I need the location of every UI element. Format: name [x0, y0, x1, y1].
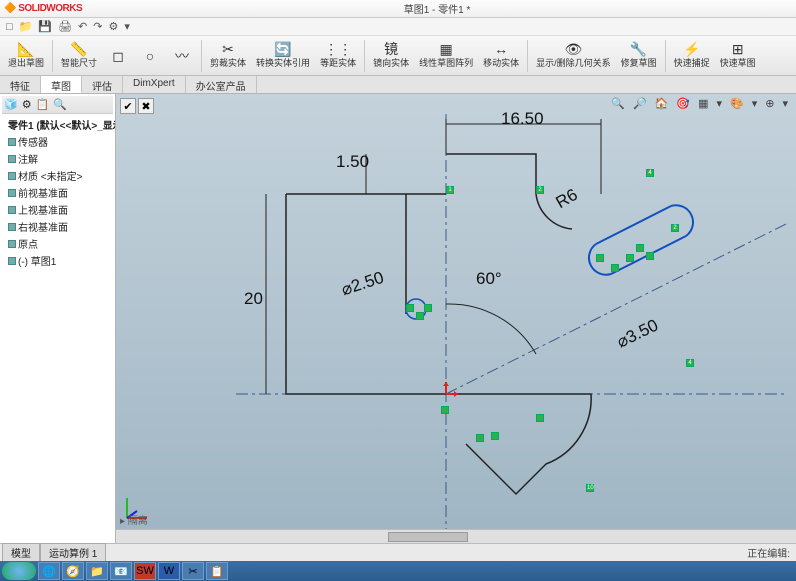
qat-print[interactable]: 🖨: [58, 20, 72, 33]
offset-button[interactable]: ⋮⋮等距实体: [316, 38, 360, 74]
qat-open[interactable]: 📁: [19, 20, 33, 33]
scrollbar-thumb[interactable]: [388, 532, 468, 542]
relation-marker[interactable]: [491, 432, 499, 440]
taskbar-item[interactable]: 📋: [206, 562, 228, 580]
smart-dimension-button[interactable]: 📏智能尺寸: [57, 38, 101, 74]
tree-item-sensors[interactable]: 传感器: [6, 133, 113, 150]
dimension-1-50[interactable]: 1.50: [336, 152, 369, 172]
separator: [201, 40, 202, 72]
relation-marker[interactable]: [424, 304, 432, 312]
relation-marker[interactable]: [476, 434, 484, 442]
start-button[interactable]: [2, 562, 36, 580]
relation-marker[interactable]: 4: [646, 169, 654, 177]
tab-dimxpert[interactable]: DimXpert: [123, 76, 186, 93]
taskbar-item-sw[interactable]: SW: [134, 562, 156, 580]
relation-marker[interactable]: [646, 252, 654, 260]
relation-marker[interactable]: [611, 264, 619, 272]
tree-item-right-plane[interactable]: 右视基准面: [6, 218, 113, 235]
move-button[interactable]: ↔移动实体: [479, 38, 523, 74]
convert-entities-button[interactable]: 🔄转换实体引用: [252, 38, 314, 74]
relation-marker[interactable]: [596, 254, 604, 262]
tree-tab-icon[interactable]: 🔍: [53, 98, 67, 111]
separator: [527, 40, 528, 72]
tree-item-annotations[interactable]: 注解: [6, 150, 113, 167]
document-title: 草图1 - 零件1 *: [82, 1, 792, 16]
circle-tool[interactable]: ○: [135, 38, 165, 74]
taskbar-item-word[interactable]: W: [158, 562, 180, 580]
ribbon: 📐退出草图 📏智能尺寸 ◻ ○ 〰 ✂剪裁实体 🔄转换实体引用 ⋮⋮等距实体 镜…: [0, 36, 796, 76]
status-editing: 正在编辑:: [747, 545, 790, 560]
dimension-16-50[interactable]: 16.50: [501, 109, 544, 129]
qat-save[interactable]: 💾: [38, 20, 52, 33]
tree-item-origin[interactable]: 原点: [6, 235, 113, 252]
relations-button[interactable]: 👁显示/删除几何关系: [532, 38, 615, 74]
qat-undo[interactable]: ↶: [78, 20, 87, 33]
relation-marker[interactable]: [626, 254, 634, 262]
relation-marker[interactable]: 2: [536, 186, 544, 194]
quick-snap-button[interactable]: ⚡快速捕捉: [670, 38, 714, 74]
trim-button[interactable]: ✂剪裁实体: [206, 38, 250, 74]
tree-item-top-plane[interactable]: 上视基准面: [6, 201, 113, 218]
tab-office[interactable]: 办公室产品: [186, 76, 257, 93]
relation-marker[interactable]: [636, 244, 644, 252]
repair-button[interactable]: 🔧修复草图: [617, 38, 661, 74]
taskbar-item[interactable]: 📧: [110, 562, 132, 580]
dimension-20[interactable]: 20: [244, 289, 263, 309]
title-bar: 🔶 SOLIDWORKS 草图1 - 零件1 *: [0, 0, 796, 18]
windows-taskbar: 🌐 🧭 📁 📧 SW W ✂ 📋: [0, 561, 796, 581]
command-tabs: 特征 草图 评估 DimXpert 办公室产品: [0, 76, 796, 94]
relation-marker[interactable]: [441, 406, 449, 414]
relation-marker[interactable]: [406, 304, 414, 312]
feature-tree[interactable]: 🧊 ⚙ 📋 🔍 零件1 (默认<<默认>_显示状态 传感器 注解 材质 <未指定…: [0, 94, 116, 543]
tree-tab-icon[interactable]: 🧊: [4, 98, 18, 111]
qat-options[interactable]: ⚙: [108, 20, 118, 33]
tree-tab-icon[interactable]: ⚙: [22, 98, 32, 111]
separator: [665, 40, 666, 72]
main-area: 🧊 ⚙ 📋 🔍 零件1 (默认<<默认>_显示状态 传感器 注解 材质 <未指定…: [0, 94, 796, 543]
tree-item-sketch1[interactable]: (-) 草图1: [6, 252, 113, 269]
taskbar-item[interactable]: 📁: [86, 562, 108, 580]
taskbar-item[interactable]: 🌐: [38, 562, 60, 580]
tree-item-material[interactable]: 材质 <未指定>: [6, 167, 113, 184]
app-logo: 🔶 SOLIDWORKS: [4, 3, 82, 14]
relation-marker[interactable]: 2: [671, 224, 679, 232]
exit-sketch-button[interactable]: 📐退出草图: [4, 38, 48, 74]
relation-marker[interactable]: 10: [586, 484, 594, 492]
qat-redo[interactable]: ↷: [93, 20, 102, 33]
qat-new[interactable]: □: [6, 21, 13, 33]
dimension-60deg[interactable]: 60°: [476, 269, 502, 289]
qat-more[interactable]: ▾: [124, 20, 130, 33]
tree-tab-icon[interactable]: 📋: [36, 98, 50, 111]
relation-marker[interactable]: [536, 414, 544, 422]
tree-header: 🧊 ⚙ 📋 🔍: [2, 96, 113, 114]
tree-item-front-plane[interactable]: 前视基准面: [6, 184, 113, 201]
breadcrumb: ▸ 隔离: [120, 512, 148, 527]
graphics-viewport[interactable]: ✔ ✖ 🔍 🔎 🏠 🎯 ▦ ▾ 🎨 ▾ ⊕ ▾: [116, 94, 796, 543]
status-bar: 零件1 正在编辑:: [0, 543, 796, 561]
linear-pattern-button[interactable]: ▦线性草图阵列: [415, 38, 477, 74]
relation-marker[interactable]: 1: [446, 186, 454, 194]
separator: [364, 40, 365, 72]
taskbar-item[interactable]: 🧭: [62, 562, 84, 580]
relation-marker[interactable]: 4: [686, 359, 694, 367]
rectangle-tool[interactable]: ◻: [103, 38, 133, 74]
tab-features[interactable]: 特征: [0, 76, 41, 93]
sketch-canvas[interactable]: [116, 94, 796, 543]
mirror-button[interactable]: 镜镜向实体: [369, 38, 413, 74]
horizontal-scrollbar[interactable]: [116, 529, 796, 543]
taskbar-item[interactable]: ✂: [182, 562, 204, 580]
rapid-sketch-button[interactable]: ⊞快速草图: [716, 38, 760, 74]
quick-access-toolbar: □ 📁 💾 🖨 ↶ ↷ ⚙ ▾: [0, 18, 796, 36]
separator: [52, 40, 53, 72]
tab-sketch[interactable]: 草图: [41, 76, 82, 93]
tab-evaluate[interactable]: 评估: [82, 76, 123, 93]
relation-marker[interactable]: [416, 312, 424, 320]
tree-root[interactable]: 零件1 (默认<<默认>_显示状态: [6, 116, 113, 133]
spline-tool[interactable]: 〰: [167, 38, 197, 74]
